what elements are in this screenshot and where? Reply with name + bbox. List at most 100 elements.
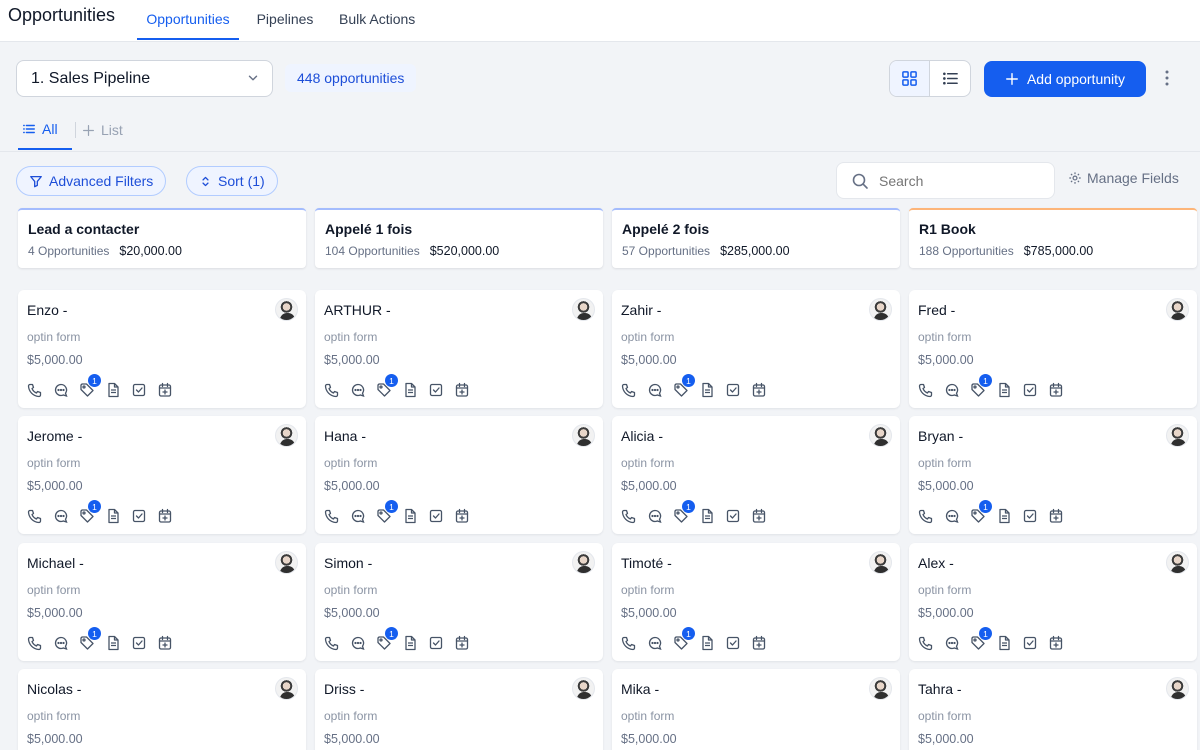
task-check-icon[interactable] — [724, 507, 742, 525]
avatar[interactable] — [572, 677, 595, 700]
chat-icon[interactable] — [646, 634, 664, 652]
chat-icon[interactable] — [52, 507, 70, 525]
task-check-icon[interactable] — [724, 634, 742, 652]
task-check-icon[interactable] — [130, 381, 148, 399]
contact-name[interactable]: Jerome - — [27, 428, 82, 444]
document-icon[interactable] — [104, 634, 122, 652]
document-icon[interactable] — [698, 381, 716, 399]
task-check-icon[interactable] — [130, 507, 148, 525]
opportunity-card[interactable]: Simon - optin form $5,000.00 1 — [315, 543, 603, 661]
opportunity-card[interactable]: Alex - optin form $5,000.00 1 — [909, 543, 1197, 661]
chat-icon[interactable] — [349, 507, 367, 525]
task-check-icon[interactable] — [427, 507, 445, 525]
chat-icon[interactable] — [349, 634, 367, 652]
phone-icon[interactable] — [620, 634, 638, 652]
calendar-add-icon[interactable] — [453, 507, 471, 525]
manage-fields-button[interactable]: Manage Fields — [1068, 170, 1179, 186]
contact-name[interactable]: Alicia - — [621, 428, 663, 444]
chat-icon[interactable] — [52, 381, 70, 399]
calendar-add-icon[interactable] — [1047, 634, 1065, 652]
document-icon[interactable] — [995, 381, 1013, 399]
contact-name[interactable]: Tahra - — [918, 681, 962, 697]
avatar[interactable] — [869, 298, 892, 321]
opportunity-card[interactable]: Fred - optin form $5,000.00 1 — [909, 290, 1197, 408]
add-opportunity-button[interactable]: Add opportunity — [984, 61, 1146, 97]
contact-name[interactable]: Simon - — [324, 555, 372, 571]
sort-button[interactable]: Sort (1) — [186, 166, 278, 196]
contact-name[interactable]: Enzo - — [27, 302, 67, 318]
avatar[interactable] — [275, 551, 298, 574]
tag-icon[interactable]: 1 — [969, 500, 992, 525]
avatar[interactable] — [572, 551, 595, 574]
tag-icon[interactable]: 1 — [969, 627, 992, 652]
pipeline-select[interactable]: 1. Sales Pipeline — [16, 60, 273, 97]
calendar-add-icon[interactable] — [156, 507, 174, 525]
avatar[interactable] — [869, 424, 892, 447]
document-icon[interactable] — [698, 634, 716, 652]
tag-icon[interactable]: 1 — [375, 500, 398, 525]
chat-icon[interactable] — [646, 507, 664, 525]
task-check-icon[interactable] — [1021, 381, 1039, 399]
contact-name[interactable]: ARTHUR - — [324, 302, 391, 318]
tab-bulk-actions[interactable]: Bulk Actions — [331, 0, 423, 40]
chat-icon[interactable] — [52, 634, 70, 652]
phone-icon[interactable] — [917, 381, 935, 399]
contact-name[interactable]: Bryan - — [918, 428, 963, 444]
calendar-add-icon[interactable] — [1047, 381, 1065, 399]
tag-icon[interactable]: 1 — [375, 374, 398, 399]
tag-icon[interactable]: 1 — [969, 374, 992, 399]
document-icon[interactable] — [104, 507, 122, 525]
opportunity-card[interactable]: Tahra -optin form$5,000.00 1 — [909, 669, 1197, 750]
tag-icon[interactable]: 1 — [672, 627, 695, 652]
phone-icon[interactable] — [26, 381, 44, 399]
tag-icon[interactable]: 1 — [375, 627, 398, 652]
opportunity-card[interactable]: Alicia - optin form $5,000.00 1 — [612, 416, 900, 534]
contact-name[interactable]: Timoté - — [621, 555, 672, 571]
opportunity-card[interactable]: Jerome - optin form $5,000.00 1 — [18, 416, 306, 534]
task-check-icon[interactable] — [1021, 634, 1039, 652]
avatar[interactable] — [572, 424, 595, 447]
tab-pipelines[interactable]: Pipelines — [240, 0, 330, 40]
calendar-add-icon[interactable] — [1047, 507, 1065, 525]
avatar[interactable] — [1166, 677, 1189, 700]
contact-name[interactable]: Alex - — [918, 555, 954, 571]
tag-icon[interactable]: 1 — [78, 627, 101, 652]
opportunity-card[interactable]: Enzo - optin form $5,000.00 1 — [18, 290, 306, 408]
tab-opportunities[interactable]: Opportunities — [137, 0, 239, 40]
document-icon[interactable] — [698, 507, 716, 525]
calendar-add-icon[interactable] — [453, 634, 471, 652]
tag-icon[interactable]: 1 — [672, 500, 695, 525]
list-view-button[interactable] — [930, 61, 970, 96]
avatar[interactable] — [869, 551, 892, 574]
opportunity-card[interactable]: ARTHUR - optin form $5,000.00 1 — [315, 290, 603, 408]
document-icon[interactable] — [401, 507, 419, 525]
task-check-icon[interactable] — [427, 634, 445, 652]
subtab-all[interactable]: All — [18, 110, 72, 150]
contact-name[interactable]: Fred - — [918, 302, 955, 318]
calendar-add-icon[interactable] — [750, 507, 768, 525]
advanced-filters-button[interactable]: Advanced Filters — [16, 166, 167, 196]
avatar[interactable] — [1166, 298, 1189, 321]
document-icon[interactable] — [995, 634, 1013, 652]
phone-icon[interactable] — [917, 634, 935, 652]
phone-icon[interactable] — [917, 507, 935, 525]
tag-icon[interactable]: 1 — [672, 374, 695, 399]
avatar[interactable] — [572, 298, 595, 321]
calendar-add-icon[interactable] — [156, 634, 174, 652]
board-view-button[interactable] — [890, 61, 931, 96]
avatar[interactable] — [275, 424, 298, 447]
document-icon[interactable] — [104, 381, 122, 399]
chat-icon[interactable] — [943, 381, 961, 399]
avatar[interactable] — [1166, 551, 1189, 574]
calendar-add-icon[interactable] — [750, 381, 768, 399]
add-list-tab[interactable]: List — [82, 110, 123, 150]
avatar[interactable] — [869, 677, 892, 700]
more-options-button[interactable] — [1158, 66, 1176, 90]
opportunity-card[interactable]: Mika -optin form$5,000.00 1 — [612, 669, 900, 750]
phone-icon[interactable] — [620, 381, 638, 399]
avatar[interactable] — [275, 298, 298, 321]
opportunity-card[interactable]: Timoté - optin form $5,000.00 1 — [612, 543, 900, 661]
task-check-icon[interactable] — [724, 381, 742, 399]
search-input[interactable] — [879, 172, 1029, 189]
document-icon[interactable] — [995, 507, 1013, 525]
